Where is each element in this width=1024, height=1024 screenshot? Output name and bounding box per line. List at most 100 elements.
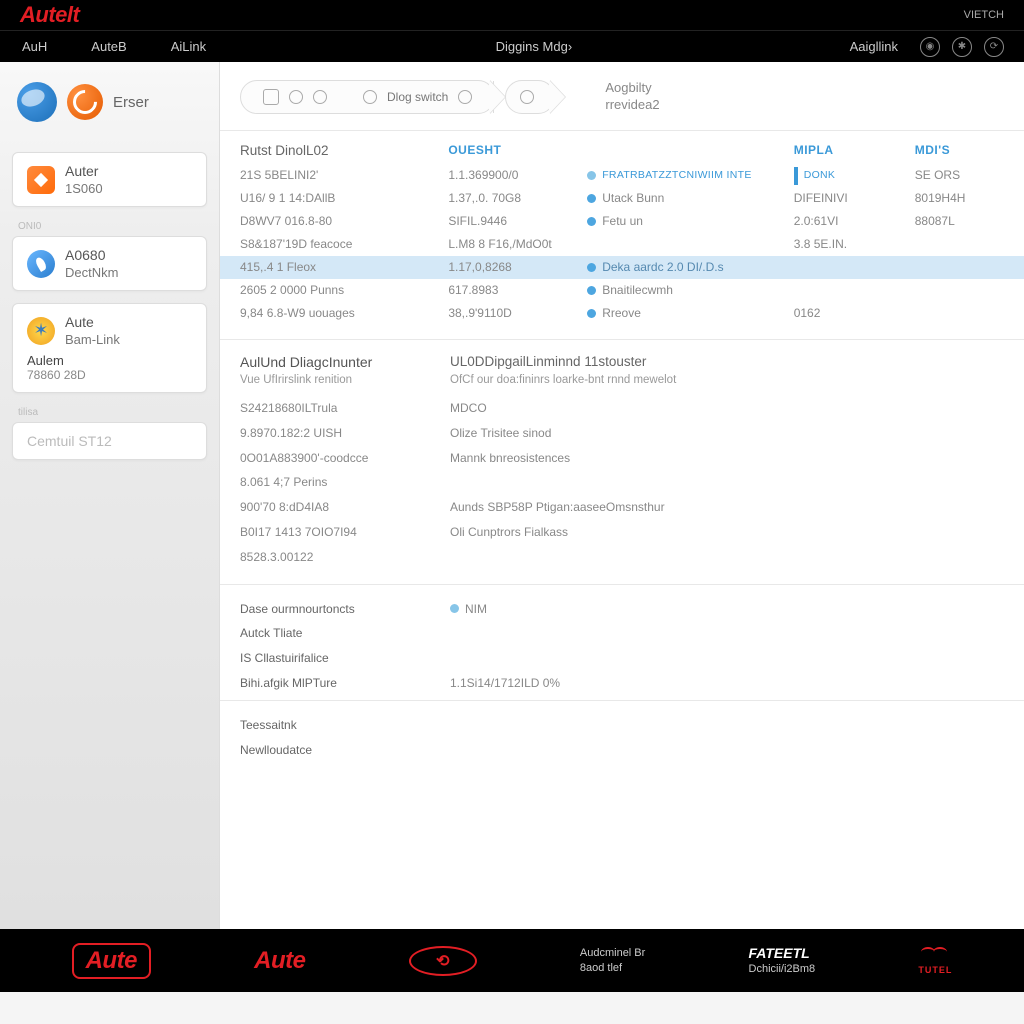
card-title: Auter <box>65 163 103 179</box>
sec1-h5[interactable]: MDI'S <box>915 143 1004 158</box>
list-item[interactable]: Teessaitnk <box>220 713 1024 738</box>
card-line1: Aulem <box>27 353 192 368</box>
eraser-label: Erser <box>113 94 149 111</box>
menu-ailink[interactable]: AiLink <box>149 31 228 62</box>
sec2-h1: AulUnd DliagcInunter <box>240 354 450 370</box>
settings-icon[interactable]: ✱ <box>952 37 972 57</box>
list-item: S24218680ILTrulaMDCO <box>220 396 1024 421</box>
circle-icon <box>289 90 303 104</box>
list-item: B0I17 1413 7OIO7I94Oli Cunptrors Fialkas… <box>220 520 1024 545</box>
section-rust: Rutst DinolL02 OUESHT MIPLA MDI'S 21S 5B… <box>220 131 1024 340</box>
sidebar-top: Erser <box>12 82 207 122</box>
section-tees: Teessaitnk Newlloudatce <box>220 701 1024 775</box>
eye-icon[interactable]: ◉ <box>920 37 940 57</box>
card-sub: Bam-Link <box>65 332 120 347</box>
dot-icon <box>587 286 596 295</box>
table-row-selected[interactable]: 415,.4 1 Fleox 1.17,0,8268 Deka aardc 2.… <box>220 256 1024 279</box>
card-separator-label: tilisa <box>12 405 207 422</box>
card-a0680[interactable]: A0680 DectNkm <box>12 236 207 291</box>
menu-aaigllink[interactable]: Aaigllink <box>840 39 908 54</box>
drop-icon <box>27 250 55 278</box>
table-row: U16/ 9 1 14:DAllB 1.37,.0. 70G8 Utack Bu… <box>220 187 1024 210</box>
link[interactable]: FRATRBATZZTCNIWIIM INTE <box>602 166 751 184</box>
circle-icon <box>520 90 534 104</box>
dot-icon <box>450 604 459 613</box>
circle-icon <box>313 90 327 104</box>
menu-auh[interactable]: AuH <box>0 31 69 62</box>
sec1-h4[interactable]: MIPLA <box>776 143 915 158</box>
list-item: Autck Tliate <box>220 621 1024 646</box>
sidebar: Erser Auter 1S060 ONI0 A0680 DectNkm <box>0 62 220 929</box>
section-dase: Dase ourmnourtonctsNIM Autck Tliate IS C… <box>220 585 1024 701</box>
section-aulund: AulUnd DliagcInunter UL0DDipgailLinminnd… <box>220 340 1024 585</box>
sync-icon[interactable]: ⟳ <box>984 37 1004 57</box>
footer-stack-2[interactable]: FATEETL Dchicii/i2Bm8 <box>749 944 816 976</box>
card-sub: DectNkm <box>65 265 118 280</box>
bar-icon <box>794 167 798 185</box>
menubar: AuH AuteB AiLink Diggins Mdg› Aaigllink … <box>0 30 1024 62</box>
dot-icon <box>587 217 596 226</box>
footer-logo-2[interactable]: Aute <box>254 947 305 975</box>
menu-auteb[interactable]: AuteB <box>69 31 148 62</box>
list-item: IS Cllastuirifalice <box>220 646 1024 671</box>
card-cemtuil[interactable]: Cemtuil ST12 <box>12 422 207 460</box>
list-item: 0O01A883900'-coodcceMannk bnreosistences <box>220 446 1024 471</box>
list-item: Bihi.afgik MlPTure1.1Si14/1712ILD 0% <box>220 671 1024 696</box>
content: Dlog switch Aogbilty rrevidea2 Rutst Din… <box>220 62 1024 929</box>
menu-diggins[interactable]: Diggins Mdg› <box>474 31 595 62</box>
list-item: 9.8970.182:2 UISHOlize Trisitee sinod <box>220 421 1024 446</box>
card-title: Cemtuil ST12 <box>27 433 192 449</box>
crumb-pill-1[interactable]: Dlog switch <box>240 80 495 114</box>
crumb-label: Dlog switch <box>387 90 448 104</box>
table-row: 21S 5BELINI2' 1.1.369900/0 FRATRBATZZTCN… <box>220 164 1024 187</box>
circle-icon <box>363 90 377 104</box>
top-right-label: VIETCH <box>964 9 1004 21</box>
footer-logo-1[interactable]: Aute <box>72 943 151 979</box>
list-item: 900'70 8:dD4IA8Aunds SBP58P Ptigan:aasee… <box>220 495 1024 520</box>
card-title: A0680 <box>65 247 118 263</box>
dot-icon <box>587 309 596 318</box>
crumb-pill-2[interactable] <box>505 80 555 114</box>
sec2-sub1: Vue UfIrirslink renition <box>240 374 450 386</box>
breadcrumb-side: Aogbilty rrevidea2 <box>605 80 659 114</box>
chevron-right-icon <box>549 80 565 114</box>
topbar: Autelt VIETCH <box>0 0 1024 30</box>
brand-logo: Autelt <box>20 2 79 28</box>
sec1-h2[interactable]: OUESHT <box>448 143 587 158</box>
card-aute-bamlink[interactable]: Aute Bam-Link Aulem 78860 28D <box>12 303 207 393</box>
table-row: 9,84 6.8-W9 uouages 38,.9'9110D Rreove 0… <box>220 302 1024 325</box>
eraser-icon[interactable] <box>67 84 103 120</box>
footer-oval-icon[interactable]: ⟲ <box>409 946 477 976</box>
square-icon <box>263 89 279 105</box>
table-row: 2605 2 0000 Punns 617.8983 Bnaitilecwmh <box>220 279 1024 302</box>
card-line2: 78860 28D <box>27 368 192 382</box>
footer-mark[interactable]: TUTEL <box>918 947 952 975</box>
star-icon <box>27 317 55 345</box>
footer-stack-1[interactable]: Audcminel Br 8aod tlef <box>580 946 645 975</box>
sec2-sub2: OfCf our doa:fininrs loarke-bnt rnnd mew… <box>450 374 676 386</box>
list-item: 8.061 4;7 Perins <box>220 470 1024 495</box>
chevron-right-icon <box>489 80 505 114</box>
card-auter[interactable]: Auter 1S060 <box>12 152 207 207</box>
sec2-h2: UL0DDipgailLinminnd 11stouster <box>450 354 646 370</box>
wave-icon <box>921 947 949 963</box>
side-bottom: rrevidea2 <box>605 97 659 114</box>
card-title: Aute <box>65 314 120 330</box>
card-sub: 1S060 <box>65 181 103 196</box>
breadcrumb: Dlog switch Aogbilty rrevidea2 <box>220 62 1024 131</box>
globe-icon[interactable] <box>17 82 57 122</box>
list-item: Dase ourmnourtonctsNIM <box>220 597 1024 622</box>
main-area: Erser Auter 1S060 ONI0 A0680 DectNkm <box>0 62 1024 929</box>
footer: Aute Aute ⟲ Audcminel Br 8aod tlef FATEE… <box>0 929 1024 992</box>
list-item: 8528.3.00122 <box>220 545 1024 570</box>
sec1-h1: Rutst DinolL02 <box>240 143 448 158</box>
dot-icon <box>587 263 596 272</box>
table-row: D8WV7 016.8-80 SIFIL.9446 Fetu un 2.0:61… <box>220 210 1024 233</box>
side-top: Aogbilty <box>605 80 659 97</box>
dot-icon <box>587 194 596 203</box>
card-separator-label: ONI0 <box>12 219 207 236</box>
dot-icon <box>587 171 596 180</box>
list-item[interactable]: Newlloudatce <box>220 738 1024 763</box>
circle-icon <box>458 90 472 104</box>
table-row: S8&187'19D feacoce L.M8 8 F16,/MdO0t 3.8… <box>220 233 1024 256</box>
